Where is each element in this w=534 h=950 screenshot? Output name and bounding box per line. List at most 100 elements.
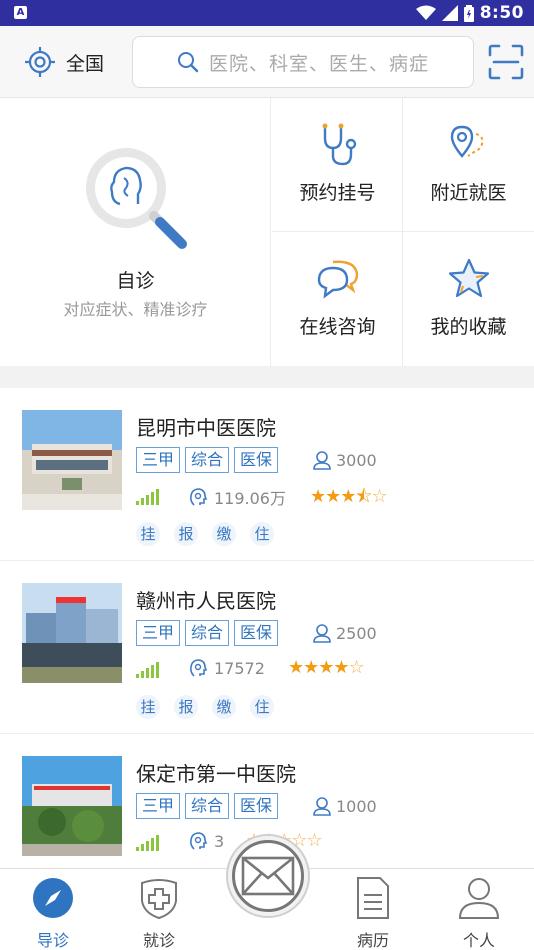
cell-signal-icon <box>441 5 458 21</box>
hospital-tags: 三甲 综合 医保 <box>136 447 279 473</box>
service-report[interactable]: 报 <box>174 522 198 546</box>
consult-count: 17572 <box>188 658 265 678</box>
message-button-ring <box>232 840 304 912</box>
favorites-label: 我的收藏 <box>430 316 507 338</box>
visit-count: 1000 <box>312 796 377 816</box>
hospital-photo <box>22 583 122 683</box>
wifi-icon <box>415 5 436 20</box>
visit-count-value: 3000 <box>336 450 377 470</box>
service-pay[interactable]: 缴 <box>212 522 236 546</box>
hospital-item[interactable]: 赣州市人民医院 三甲 综合 医保 2500 17572 ★★★★☆ 挂 报 缴 … <box>0 561 534 734</box>
service-register[interactable]: 挂 <box>136 522 160 546</box>
search-placeholder: 医院、科室、医生、病症 <box>209 52 430 75</box>
tab-label: 病历 <box>356 931 389 950</box>
nearby-label: 附近就医 <box>430 182 507 204</box>
service-register[interactable]: 挂 <box>136 695 160 719</box>
hospital-photo <box>22 756 122 856</box>
tag-type: 综合 <box>185 793 230 819</box>
person-icon <box>313 624 331 643</box>
person-icon <box>458 878 500 919</box>
tag-insurance: 医保 <box>234 793 279 819</box>
hospital-name: 赣州市人民医院 <box>136 589 276 613</box>
location-pin-icon <box>450 125 484 158</box>
tab-label: 个人 <box>462 931 495 950</box>
self-check-subtitle: 对应症状、精准诊疗 <box>63 300 208 319</box>
person-icon <box>313 797 331 816</box>
hospital-tags: 三甲 综合 医保 <box>136 620 279 646</box>
self-check-entry[interactable]: 自诊 对应症状、精准诊疗 <box>0 98 271 366</box>
tag-type: 综合 <box>185 447 230 473</box>
clock: 8:50 <box>479 3 524 23</box>
hospital-name: 保定市第一中医院 <box>136 762 296 786</box>
battery-icon <box>463 4 474 22</box>
signal-strength-icon <box>136 835 159 851</box>
signal-strength-icon <box>136 489 159 505</box>
service-pay[interactable]: 缴 <box>212 695 236 719</box>
tab-guide[interactable]: 导诊 <box>8 869 98 950</box>
consult-head-icon <box>190 832 208 850</box>
status-bar: A 8:50 <box>0 0 534 26</box>
service-inpatient[interactable]: 住 <box>250 695 274 719</box>
stethoscope-icon <box>322 123 357 166</box>
rating-stars: ★★★★☆ <box>288 657 365 678</box>
hospital-name: 昆明市中医医院 <box>136 416 276 440</box>
service-icons: 挂 报 缴 住 <box>136 695 274 719</box>
self-check-magnifier-icon <box>86 148 187 249</box>
favorites-entry[interactable]: 我的收藏 <box>403 232 534 366</box>
search-input[interactable]: 医院、科室、医生、病症 <box>132 36 474 88</box>
tag-type: 综合 <box>185 620 230 646</box>
scan-icon[interactable] <box>488 44 524 80</box>
top-bar: 全国 医院、科室、医生、病症 <box>0 26 534 98</box>
rating-stars: ★★★⯪☆ <box>310 486 388 507</box>
chat-bubbles-icon <box>317 260 359 299</box>
locate-target-icon <box>25 47 55 77</box>
tag-insurance: 医保 <box>234 620 279 646</box>
location-label: 全国 <box>66 52 105 75</box>
notification-a-icon: A <box>14 6 27 19</box>
hospital-photo <box>22 410 122 510</box>
nearby-entry[interactable]: 附近就医 <box>403 98 534 232</box>
medical-cross-icon <box>141 879 177 919</box>
service-report[interactable]: 报 <box>174 695 198 719</box>
consult-label: 在线咨询 <box>299 316 376 338</box>
consult-count-value: 119.06万 <box>214 489 286 508</box>
self-check-title: 自诊 <box>116 270 155 292</box>
tab-records[interactable]: 病历 <box>328 869 418 950</box>
appointment-entry[interactable]: 预约挂号 <box>272 98 403 232</box>
tab-label: 导诊 <box>36 931 69 950</box>
location-selector[interactable]: 全国 <box>24 44 104 80</box>
tab-profile[interactable]: 个人 <box>434 869 524 950</box>
document-icon <box>357 877 389 919</box>
tab-label: 就诊 <box>142 931 175 950</box>
consult-count-value: 3 <box>214 831 225 851</box>
consult-count-value: 17572 <box>214 658 265 678</box>
hospital-item[interactable]: 昆明市中医医院 三甲 综合 医保 3000 119.06万 ★★★⯪☆ 挂 报 … <box>0 388 534 561</box>
hospital-tags: 三甲 综合 医保 <box>136 793 279 819</box>
service-inpatient[interactable]: 住 <box>250 522 274 546</box>
consult-count: 119.06万 <box>188 485 286 509</box>
envelope-icon <box>241 856 295 896</box>
system-icons: 8:50 <box>415 3 524 23</box>
visit-count: 3000 <box>312 450 377 470</box>
consult-count: 3 <box>188 831 224 851</box>
visit-count: 2500 <box>312 623 377 643</box>
signal-strength-icon <box>136 662 159 678</box>
message-button[interactable] <box>226 834 310 918</box>
person-icon <box>313 451 331 470</box>
visit-count-value: 2500 <box>336 623 377 643</box>
quick-entry-panel: 自诊 对应症状、精准诊疗 预约挂号 附近就医 在线咨询 我的收藏 <box>0 98 534 366</box>
service-icons: 挂 报 缴 住 <box>136 522 274 546</box>
star-icon <box>448 258 490 298</box>
tag-level: 三甲 <box>136 447 181 473</box>
visit-count-value: 1000 <box>336 796 377 816</box>
compass-icon <box>33 878 73 918</box>
tag-insurance: 医保 <box>234 447 279 473</box>
tag-level: 三甲 <box>136 793 181 819</box>
tag-level: 三甲 <box>136 620 181 646</box>
consult-entry[interactable]: 在线咨询 <box>272 232 403 366</box>
search-icon <box>178 52 199 73</box>
consult-head-icon <box>190 659 208 677</box>
consult-head-icon <box>190 488 208 506</box>
hospital-list: 昆明市中医医院 三甲 综合 医保 3000 119.06万 ★★★⯪☆ 挂 报 … <box>0 388 534 868</box>
tab-visit[interactable]: 就诊 <box>114 869 204 950</box>
